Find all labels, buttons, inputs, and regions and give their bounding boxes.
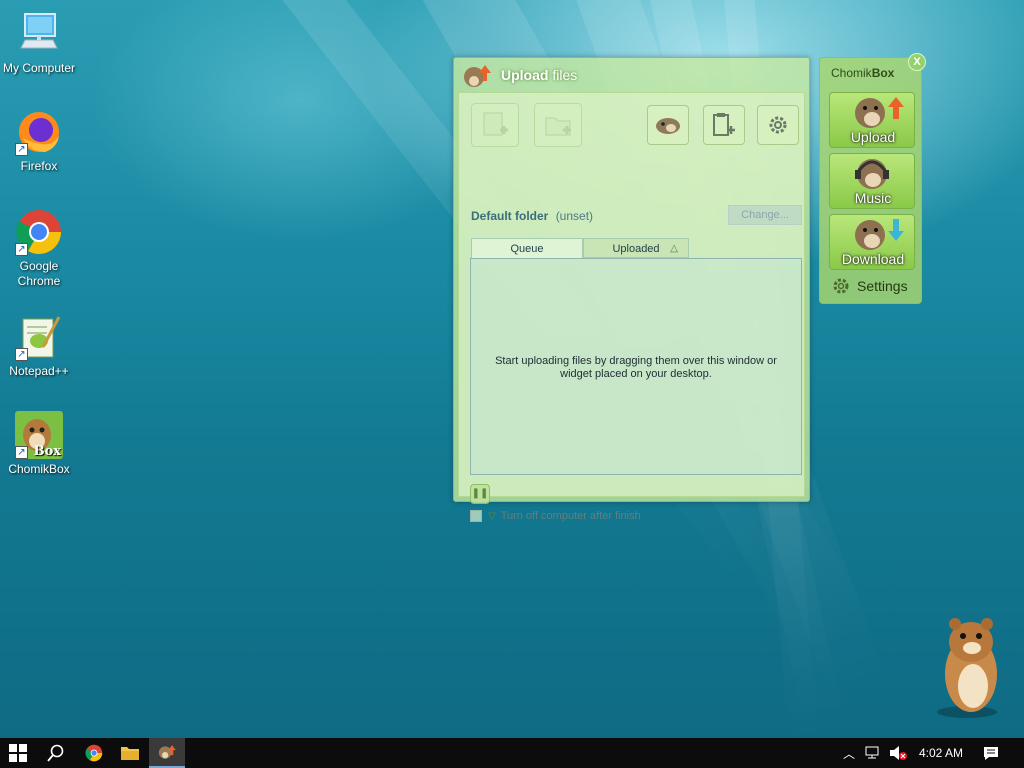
upload-button-label: Upload [850, 129, 896, 145]
windows-icon [9, 744, 27, 762]
desktop-icon-label: Notepad++ [9, 364, 69, 378]
action-center-button[interactable] [976, 738, 1006, 768]
computer-icon [15, 10, 63, 58]
desktop-background: My Computer ↗ Firefox ↗ Google Chrome ↗ … [0, 0, 1024, 738]
chomikbox-widget: ChomikBox X Upload Music Download Settin… [819, 53, 926, 304]
triangle-up-icon: △ [670, 243, 678, 254]
network-icon [865, 746, 879, 759]
network-tray[interactable] [862, 738, 886, 768]
tab-uploaded[interactable]: Uploaded △ [583, 238, 689, 258]
upload-files-window: Upload files Default folder (unset) Chan… [453, 57, 810, 522]
hamster-icon [656, 118, 680, 134]
music-button[interactable]: Music [829, 153, 915, 209]
chrome-icon [85, 744, 103, 762]
add-folder-button[interactable] [534, 103, 582, 147]
upload-window-body: Default folder (unset) Change... Queue U… [458, 92, 805, 522]
hamster-desktop-widget[interactable] [925, 612, 1010, 722]
add-file-icon [483, 112, 508, 136]
add-files-button[interactable] [471, 103, 519, 147]
download-button-label: Download [841, 251, 905, 267]
desktop-icon-google-chrome[interactable]: ↗ Google Chrome [0, 208, 78, 289]
music-button-label: Music [854, 190, 892, 206]
turn-off-checkbox[interactable] [470, 510, 482, 522]
start-button[interactable] [0, 738, 36, 768]
chevron-up-icon: ︿ [842, 746, 855, 761]
chomikbox-icon: Box ↗ [15, 411, 63, 459]
desktop-icon-my-computer[interactable]: My Computer [0, 10, 78, 76]
desktop-icon-label: My Computer [2, 61, 76, 75]
widget-title: ChomikBox [831, 66, 895, 80]
change-folder-button[interactable]: Change... [728, 205, 802, 225]
gear-icon [833, 278, 849, 294]
taskbar: ︿ 4:02 AM [0, 738, 1024, 768]
default-folder-row: Default folder (unset) [471, 209, 593, 223]
volume-muted-icon [890, 746, 907, 760]
shortcut-arrow-icon: ↗ [15, 348, 28, 361]
tab-queue[interactable]: Queue [471, 238, 583, 258]
folder-icon [121, 747, 139, 760]
settings-label: Settings [857, 278, 908, 294]
firefox-icon: ↗ [15, 108, 63, 156]
shortcut-arrow-icon: ↗ [15, 143, 28, 156]
desktop-icon-firefox[interactable]: ↗ Firefox [0, 108, 78, 174]
clock[interactable]: 4:02 AM [912, 738, 970, 768]
upload-button[interactable]: Upload [829, 92, 915, 148]
default-folder-label: Default folder [471, 209, 549, 223]
desktop-icon-chomikbox[interactable]: Box ↗ ChomikBox [0, 411, 78, 477]
widget-settings-button[interactable]: Settings [831, 276, 908, 296]
hamster-mascot-icon [937, 618, 997, 718]
upload-queue-panel[interactable]: Start uploading files by dragging them o… [470, 258, 802, 475]
chomikbox-badge: Box [33, 444, 61, 459]
clipboard-add-button[interactable] [703, 105, 745, 145]
desktop-icon-label: Google Chrome [17, 259, 61, 288]
search-icon [47, 744, 64, 762]
chomikbox-upload-icon [158, 745, 176, 759]
desktop-icon-notepadpp[interactable]: ↗ Notepad++ [0, 313, 78, 379]
hamster-headphones-icon [855, 159, 889, 189]
show-hidden-icons-button[interactable]: ︿ [838, 738, 860, 768]
chomik-account-button[interactable] [647, 105, 689, 145]
desktop-icon-label: Firefox [20, 159, 58, 173]
hamster-upload-icon [855, 97, 904, 128]
pause-icon: ❚❚ [471, 488, 489, 499]
taskbar-chrome[interactable] [76, 738, 112, 768]
notepadpp-icon: ↗ [15, 313, 63, 361]
search-button[interactable] [38, 738, 74, 768]
shortcut-arrow-icon: ↗ [15, 243, 28, 256]
turn-off-computer-option: ▽ Turn off computer after finish [470, 510, 641, 522]
upload-window-icon [461, 63, 493, 89]
notifications-icon [984, 746, 998, 760]
upload-settings-button[interactable] [757, 105, 799, 145]
shortcut-arrow-icon: ↗ [15, 446, 28, 459]
gear-icon [769, 116, 787, 134]
taskbar-file-explorer[interactable] [112, 738, 148, 768]
taskbar-chomikbox[interactable] [149, 738, 185, 768]
turn-off-label: Turn off computer after finish [500, 510, 641, 522]
chevron-down-icon[interactable]: ▽ [488, 511, 496, 522]
pause-button[interactable]: ❚❚ [470, 484, 490, 504]
download-button[interactable]: Download [829, 214, 915, 270]
hamster-download-icon [855, 219, 904, 250]
empty-queue-message: Start uploading files by dragging them o… [495, 355, 777, 380]
close-icon[interactable]: X [908, 53, 926, 71]
desktop-icon-label: ChomikBox [8, 462, 70, 476]
upload-window-title: Upload files [501, 67, 578, 83]
clipboard-add-icon [713, 113, 735, 136]
default-folder-value: (unset) [555, 209, 594, 223]
add-folder-icon [545, 117, 571, 136]
volume-tray[interactable] [886, 738, 910, 768]
chrome-icon: ↗ [15, 208, 63, 256]
